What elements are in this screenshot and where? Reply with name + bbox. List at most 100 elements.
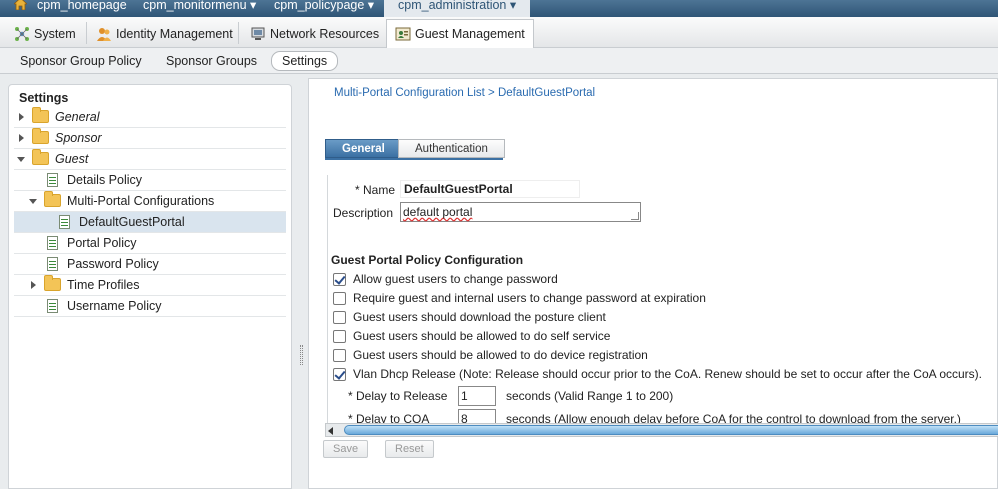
option-allow-change-password[interactable]: Allow guest users to change password [333, 271, 558, 287]
tree-item-portal-policy[interactable]: Portal Policy [14, 233, 286, 254]
identity-icon [97, 27, 111, 41]
folder-icon [32, 149, 49, 165]
tab-network-resources[interactable]: Network Resources [242, 19, 387, 48]
delay-release-label: * Delay to Release [348, 389, 448, 403]
nav-cpm-monitormenu[interactable]: cpm_monitormenu ▾ [143, 0, 256, 17]
folder-icon [44, 191, 61, 207]
description-value: default portal [403, 205, 473, 219]
scroll-left-icon[interactable] [328, 427, 333, 435]
option-device-registration[interactable]: Guest users should be allowed to do devi… [333, 347, 648, 363]
option-label: Guest users should download the posture … [353, 310, 606, 324]
policy-icon [47, 299, 58, 313]
tab-system[interactable]: System [6, 19, 84, 48]
checkbox[interactable] [333, 329, 346, 343]
tree-item-label: Details Policy [67, 173, 143, 187]
policy-icon [47, 236, 58, 250]
settings-tree-panel: Settings General Sponsor Guest Details P… [8, 84, 292, 489]
checkbox[interactable] [333, 291, 346, 305]
panel-title: Settings [19, 91, 69, 105]
guest-management-icon [395, 27, 411, 41]
tab-sponsor-groups[interactable]: Sponsor Groups [166, 52, 257, 70]
expand-icon[interactable] [19, 113, 24, 121]
tab-guest-management[interactable]: Guest Management [386, 19, 534, 48]
tab-guest-management-label: Guest Management [415, 27, 525, 41]
name-field[interactable]: DefaultGuestPortal [400, 180, 580, 198]
tree-item-label: Username Policy [67, 299, 162, 313]
section-title: Guest Portal Policy Configuration [331, 253, 524, 267]
home-icon[interactable] [14, 0, 27, 10]
scrollbar-thumb[interactable] [344, 425, 998, 435]
tab-authentication[interactable]: Authentication [398, 139, 505, 158]
checkbox-checked[interactable] [333, 367, 346, 381]
option-vlan-dhcp-release[interactable]: Vlan Dhcp Release (Note: Release should … [333, 366, 982, 382]
tree-item-label: General [55, 110, 100, 124]
tab-sponsor-group-policy[interactable]: Sponsor Group Policy [20, 52, 142, 70]
description-field[interactable]: default portal [400, 202, 641, 222]
sub-tab-bar: Sponsor Group Policy Sponsor Groups Sett… [0, 48, 998, 74]
network-icon [251, 27, 265, 40]
tree-item-label: Password Policy [67, 257, 159, 271]
nav-cpm-homepage[interactable]: cpm_homepage [37, 0, 127, 17]
option-label: Allow guest users to change password [353, 272, 558, 286]
tree-item-label: DefaultGuestPortal [79, 215, 185, 229]
checkbox[interactable] [333, 348, 346, 362]
delay-release-input[interactable]: 1 [458, 386, 496, 406]
content-panel: Multi-Portal Configuration List > Defaul… [308, 78, 998, 489]
collapse-icon[interactable] [17, 157, 25, 162]
divider [86, 22, 87, 44]
folder-icon [32, 128, 49, 144]
tab-underline [325, 158, 503, 160]
checkbox-checked[interactable] [333, 272, 346, 286]
policy-icon [47, 257, 58, 271]
folder-icon [44, 275, 61, 291]
divider [238, 22, 239, 44]
tree-item-label: Multi-Portal Configurations [67, 194, 215, 208]
option-label: Require guest and internal users to chan… [353, 291, 706, 305]
policy-icon [47, 173, 58, 187]
tab-general[interactable]: General [325, 139, 402, 158]
tree-item-general[interactable]: General [14, 107, 286, 128]
general-form: * Name DefaultGuestPortal Description de… [327, 175, 998, 433]
tree-item-sponsor[interactable]: Sponsor [14, 128, 286, 149]
tree-item-time-profiles[interactable]: Time Profiles [14, 275, 286, 296]
tree-item-guest[interactable]: Guest [14, 149, 286, 170]
panel-splitter-handle[interactable] [300, 345, 303, 365]
option-label: Guest users should be allowed to do self… [353, 329, 611, 343]
name-label: * Name [355, 183, 396, 197]
breadcrumb[interactable]: Multi-Portal Configuration List > Defaul… [334, 87, 595, 99]
checkbox[interactable] [333, 310, 346, 324]
tree-item-label: Sponsor [55, 131, 102, 145]
tab-identity-management[interactable]: Identity Management [88, 19, 241, 48]
main-tab-bar: System Identity Management Network Resou… [0, 17, 998, 48]
tab-system-label: System [34, 26, 76, 41]
tree-item-default-guest-portal[interactable]: DefaultGuestPortal [14, 212, 286, 233]
tree-item-label: Time Profiles [67, 278, 140, 292]
resize-grip-icon[interactable] [631, 212, 639, 220]
nav-cpm-administration[interactable]: cpm_administration ▾ [384, 0, 531, 17]
collapse-icon[interactable] [29, 199, 37, 204]
tree-item-multi-portal-configurations[interactable]: Multi-Portal Configurations [14, 191, 286, 212]
top-navigation: cpm_homepage cpm_monitormenu ▾ cpm_polic… [0, 0, 998, 17]
save-button[interactable]: Save [323, 440, 369, 458]
tree-item-username-policy[interactable]: Username Policy [14, 296, 286, 317]
tab-settings[interactable]: Settings [271, 51, 339, 71]
delay-release-hint: seconds (Valid Range 1 to 200) [506, 389, 674, 403]
option-self-service[interactable]: Guest users should be allowed to do self… [333, 328, 610, 344]
option-label: Guest users should be allowed to do devi… [353, 348, 648, 362]
expand-icon[interactable] [19, 134, 24, 142]
option-label: Vlan Dhcp Release (Note: Release should … [353, 367, 982, 381]
horizontal-scrollbar[interactable] [325, 423, 998, 437]
tree-item-label: Portal Policy [67, 236, 137, 250]
tree-item-label: Guest [55, 152, 89, 166]
tree-item-details-policy[interactable]: Details Policy [14, 170, 286, 191]
system-icon [15, 26, 29, 41]
option-require-change-password[interactable]: Require guest and internal users to chan… [333, 290, 706, 306]
tree-item-password-policy[interactable]: Password Policy [14, 254, 286, 275]
tab-network-resources-label: Network Resources [270, 26, 380, 41]
policy-icon [59, 215, 70, 229]
option-download-posture-client[interactable]: Guest users should download the posture … [333, 309, 606, 325]
reset-button[interactable]: Reset [385, 440, 434, 458]
expand-icon[interactable] [31, 281, 36, 289]
nav-cpm-policypage[interactable]: cpm_policypage ▾ [274, 0, 374, 17]
tab-identity-management-label: Identity Management [116, 26, 233, 41]
